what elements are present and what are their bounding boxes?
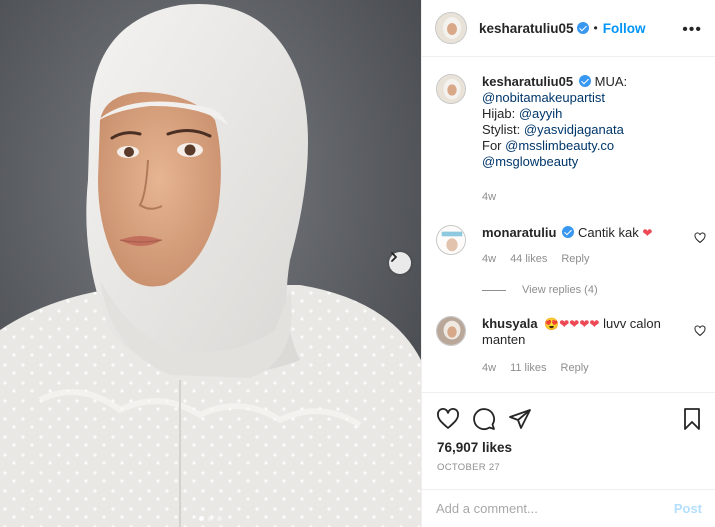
comment-input[interactable] bbox=[436, 501, 674, 516]
comment-text: khusyala 😍❤❤❤❤ luvv calon manten bbox=[482, 316, 692, 348]
avatar-image bbox=[437, 75, 465, 103]
caption-time: 4w bbox=[482, 191, 497, 203]
reply-button[interactable]: Reply bbox=[561, 362, 589, 374]
post-comment-button[interactable]: Post bbox=[674, 501, 702, 516]
carousel-next-button[interactable] bbox=[389, 252, 411, 274]
share-icon[interactable] bbox=[508, 407, 532, 431]
like-comment-heart-icon[interactable] bbox=[694, 325, 706, 337]
header-username[interactable]: kesharatuliu05 bbox=[479, 21, 574, 36]
avatar-image bbox=[437, 226, 465, 254]
verified-badge-icon bbox=[562, 226, 575, 238]
replies-divider bbox=[482, 289, 506, 291]
verified-badge-icon bbox=[579, 75, 592, 87]
comment-icon[interactable] bbox=[472, 407, 496, 431]
caption: kesharatuliu05 MUA: @nobitamakeupartist … bbox=[436, 74, 706, 203]
post-side-panel: kesharatuliu05 • Follow ••• kesharatuliu… bbox=[421, 0, 715, 527]
heart-emoji: ❤ bbox=[642, 226, 653, 240]
comment-time: 4w bbox=[482, 253, 497, 265]
mention-link[interactable]: @ayyih bbox=[519, 106, 563, 121]
header-separator: • bbox=[593, 21, 598, 35]
comment-username[interactable]: monaratuliu bbox=[482, 225, 556, 240]
comment-item: khusyala 😍❤❤❤❤ luvv calon manten 4w 11 l… bbox=[436, 316, 706, 376]
action-bar bbox=[422, 392, 715, 440]
follow-button[interactable]: Follow bbox=[603, 21, 646, 36]
bookmark-icon[interactable] bbox=[680, 407, 704, 431]
reply-button[interactable]: Reply bbox=[561, 253, 589, 265]
post-date: OCTOBER 27 bbox=[437, 462, 501, 473]
more-options-button[interactable]: ••• bbox=[682, 21, 702, 39]
like-comment-heart-icon[interactable] bbox=[694, 232, 706, 244]
post-image[interactable] bbox=[0, 0, 421, 527]
verified-badge-icon bbox=[576, 22, 589, 34]
comment-time: 4w bbox=[482, 362, 497, 374]
post-header: kesharatuliu05 • Follow ••• bbox=[422, 0, 715, 57]
add-comment-bar: Post bbox=[422, 489, 715, 527]
caption-line: MUA: bbox=[594, 74, 628, 89]
comment-likes[interactable]: 11 likes bbox=[510, 362, 546, 374]
comment-likes[interactable]: 44 likes bbox=[510, 253, 547, 265]
comment-meta: 4w 44 likes Reply bbox=[482, 253, 589, 265]
mention-link[interactable]: @nobitamakeupartist bbox=[482, 90, 605, 105]
avatar-image bbox=[437, 317, 465, 345]
comment-body: Cantik kak bbox=[578, 225, 639, 240]
carousel-indicator bbox=[0, 516, 421, 521]
caption-line: Hijab: bbox=[482, 106, 519, 121]
carousel-dot bbox=[199, 516, 204, 521]
comment-meta: 4w 11 likes Reply bbox=[482, 362, 589, 374]
emoji-reaction: 😍❤❤❤❤ bbox=[544, 317, 600, 331]
carousel-dot bbox=[217, 516, 222, 521]
avatar[interactable] bbox=[436, 74, 466, 104]
mention-link[interactable]: @msslimbeauty.co bbox=[505, 138, 614, 153]
view-replies-button[interactable]: View replies (4) bbox=[482, 284, 598, 296]
caption-text: kesharatuliu05 MUA: @nobitamakeupartist … bbox=[482, 74, 692, 170]
comment-item: monaratuliu Cantik kak ❤ 4w 44 likes Rep… bbox=[436, 225, 706, 265]
avatar[interactable] bbox=[436, 316, 466, 346]
heart-icon[interactable] bbox=[436, 407, 460, 431]
likes-count[interactable]: 76,907 likes bbox=[437, 440, 512, 455]
caption-username[interactable]: kesharatuliu05 bbox=[482, 74, 573, 89]
caption-meta: 4w bbox=[482, 191, 496, 203]
mention-link[interactable]: @msglowbeauty bbox=[482, 154, 578, 169]
caption-line: Stylist: bbox=[482, 122, 524, 137]
comment-username[interactable]: khusyala bbox=[482, 316, 538, 331]
avatar-image bbox=[436, 13, 466, 43]
avatar[interactable] bbox=[436, 225, 466, 255]
caption-line: For bbox=[482, 138, 506, 153]
portrait-photo bbox=[0, 0, 421, 527]
view-replies-label: View replies (4) bbox=[522, 284, 598, 296]
comment-text: monaratuliu Cantik kak ❤ bbox=[482, 225, 692, 241]
avatar[interactable] bbox=[435, 12, 467, 44]
carousel-dot bbox=[208, 516, 213, 521]
chevron-right-icon bbox=[391, 252, 397, 262]
mention-link[interactable]: @yasvidjaganata bbox=[524, 122, 624, 137]
